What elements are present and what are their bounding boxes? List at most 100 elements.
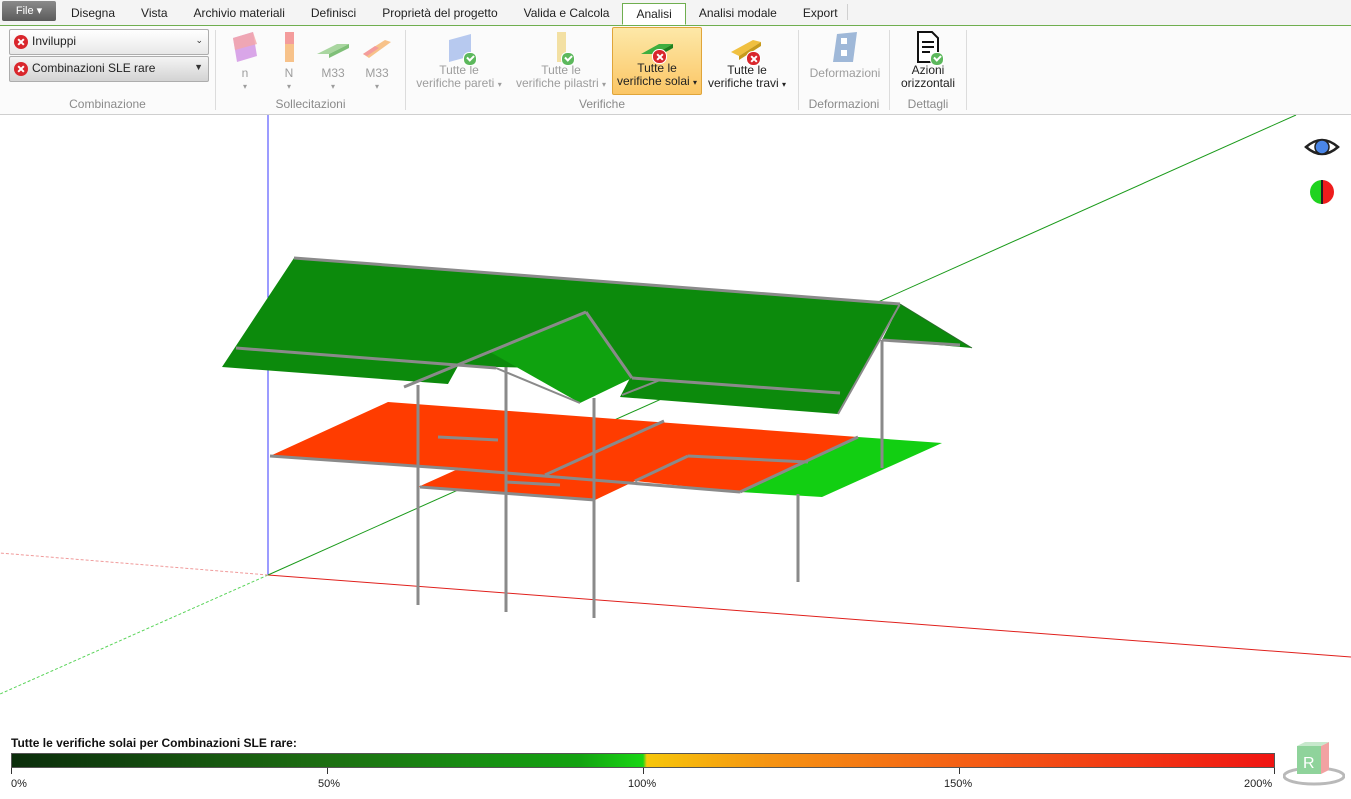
legend-tick (11, 768, 12, 774)
tab-list: Disegna Vista Archivio materiali Definis… (58, 3, 851, 25)
group-separator (889, 30, 890, 110)
group-label: Deformazioni (808, 97, 880, 111)
slab-moment-icon (317, 44, 349, 58)
svg-text:R: R (1303, 755, 1315, 772)
verify-beams-line2: verifiche travi (707, 76, 779, 90)
envelope-select-value: Inviluppi (32, 34, 77, 48)
ribbon-panel: Inviluppi ⌄ Combinazioni SLE rare ▼ Comb… (0, 26, 1351, 115)
stress-n-label: n (241, 66, 249, 80)
check-icon (561, 52, 575, 66)
group-dettagli: Azioni orizzontali Dettagli (891, 26, 965, 114)
tab-vista[interactable]: Vista (128, 3, 180, 24)
group-label: Combinazione (69, 97, 146, 111)
verify-slabs-line2: verifiche solai (616, 74, 690, 88)
deformations-label: Deformazioni (809, 66, 881, 80)
dropdown-caret-icon: ▾ (286, 82, 291, 91)
legend-color-bar (11, 753, 1275, 768)
group-deformazioni: Deformazioni Deformazioni (800, 26, 888, 114)
legend-tick (1274, 768, 1275, 774)
tab-analisi[interactable]: Analisi (622, 3, 686, 25)
combination-select-value: Combinazioni SLE rare (32, 61, 156, 75)
color-toggle-icon[interactable] (1308, 178, 1336, 206)
horizontal-actions-button[interactable]: Azioni orizzontali (897, 26, 959, 90)
tab-analisi-modale[interactable]: Analisi modale (686, 3, 790, 24)
column-stress-icon (285, 32, 294, 62)
horizontal-actions-line2: orizzontali (900, 76, 956, 90)
legend-tick (327, 768, 328, 774)
error-icon (14, 35, 28, 49)
group-combinazione: Inviluppi ⌄ Combinazioni SLE rare ▼ Comb… (0, 26, 215, 114)
error-icon (746, 51, 761, 66)
group-separator (798, 30, 799, 110)
dropdown-caret-icon: ▾ (330, 82, 335, 91)
dropdown-caret-icon: ▾ (242, 82, 247, 91)
stress-m33-slab-label: M33 (321, 66, 345, 80)
x-axis (267, 574, 1351, 658)
group-label: Sollecitazioni (275, 97, 346, 111)
dropdown-caret-icon: ▾ (374, 82, 379, 91)
group-label: Verifiche (578, 97, 626, 111)
dropdown-caret-icon: ▾ (497, 80, 502, 89)
tab-valida-calcola[interactable]: Valida e Calcola (511, 3, 623, 24)
group-separator (966, 30, 967, 110)
dropdown-caret-icon: ▾ (782, 80, 787, 89)
stress-N-button[interactable]: N ▾ (273, 26, 305, 93)
verify-columns-button[interactable]: Tutte le verifiche pilastri ▾ (513, 26, 609, 91)
verify-beams-button[interactable]: Tutte le verifiche travi ▾ (705, 26, 789, 91)
legend-tick-label: 0% (11, 778, 27, 790)
verify-walls-line2: verifiche pareti (416, 76, 495, 90)
stress-n-button[interactable]: n ▾ (227, 26, 263, 93)
envelope-select[interactable]: Inviluppi ⌄ (9, 29, 209, 55)
stress-m33-beam-label: M33 (365, 66, 389, 80)
legend-tick-label: 150% (944, 778, 973, 790)
combination-select[interactable]: Combinazioni SLE rare ▼ (9, 56, 209, 82)
error-icon (652, 49, 667, 64)
tab-disegna[interactable]: Disegna (58, 3, 128, 24)
check-icon (930, 52, 944, 66)
verify-walls-button[interactable]: Tutte le verifiche pareti ▾ (411, 26, 507, 91)
dropdown-caret-icon: ▾ (602, 80, 607, 89)
stress-m33-beam-button[interactable]: M33 ▾ (357, 26, 397, 93)
legend-tick (643, 768, 644, 774)
tab-proprieta-progetto[interactable]: Proprietà del progetto (369, 3, 510, 24)
tab-definisci[interactable]: Definisci (298, 3, 369, 24)
beam-moment-icon (363, 40, 391, 58)
legend-tick-label: 50% (318, 778, 341, 790)
tab-archivio-materiali[interactable]: Archivio materiali (181, 3, 298, 24)
document-check-icon (914, 30, 944, 66)
eye-icon[interactable] (1304, 136, 1340, 158)
group-separator (215, 30, 216, 110)
stress-m33-slab-button[interactable]: M33 ▾ (313, 26, 353, 93)
legend-tick-label: 200% (1244, 778, 1273, 790)
group-verifiche: Tutte le verifiche pareti ▾ Tutte le ver… (407, 26, 797, 114)
beam-check-icon (729, 30, 765, 66)
tab-bar-divider (847, 4, 848, 20)
model-3d-viewport[interactable] (0, 115, 1351, 735)
legend-tick (959, 768, 960, 774)
error-icon (14, 62, 28, 76)
wall-check-icon (443, 30, 477, 66)
x-axis-negative (0, 552, 269, 576)
verify-slabs-button[interactable]: Tutte le verifiche solai ▾ (612, 27, 702, 95)
wall-stress-icon (233, 32, 257, 62)
tab-export[interactable]: Export (790, 3, 851, 24)
slab-check-icon (639, 32, 675, 64)
floor-slab[interactable] (269, 402, 942, 502)
deformation-icon (833, 32, 857, 62)
roof[interactable] (222, 256, 973, 415)
legend-title: Tutte le verifiche solai per Combinazion… (11, 736, 297, 750)
stress-N-label: N (284, 66, 294, 80)
verify-columns-line2: verifiche pilastri (515, 76, 599, 90)
file-menu-button[interactable]: File ▾ (2, 1, 56, 21)
app-logo-icon[interactable]: R (1283, 740, 1345, 786)
dropdown-caret-icon: ▾ (693, 78, 698, 87)
deformations-button[interactable]: Deformazioni (806, 26, 884, 80)
y-axis-negative (0, 574, 269, 695)
check-icon (463, 52, 477, 66)
chevron-down-icon: ⌄ (195, 35, 203, 45)
legend-tick-label: 100% (628, 778, 657, 790)
file-menu-label: File (15, 5, 34, 17)
ribbon-tab-bar: File ▾ Disegna Vista Archivio materiali … (0, 0, 1351, 26)
group-label: Dettagli (907, 97, 949, 111)
group-sollecitazioni: n ▾ N ▾ M33 ▾ M33 ▾ Sollecitazioni (217, 26, 404, 114)
